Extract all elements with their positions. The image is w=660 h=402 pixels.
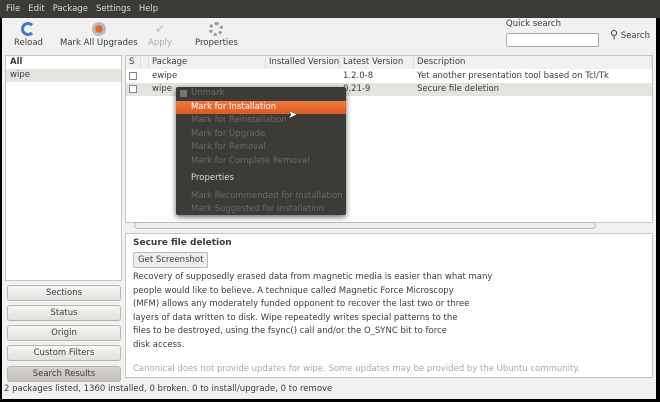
search-icon: ⚲ [610,28,619,41]
search-label: Search [620,31,650,41]
menu-mark-complete-removal[interactable]: Mark for Complete Removal [176,155,346,169]
menu-package[interactable]: Package [53,4,88,14]
search-button[interactable]: ⚲ Search [610,28,650,41]
support-note: Canonical does not provide updates for w… [133,364,580,374]
context-menu: Unmark Mark for Installation Mark for Re… [176,87,346,215]
menu-properties[interactable]: Properties [176,172,346,186]
unmark-label: Unmark [191,88,225,98]
checkbox[interactable] [129,85,137,93]
description: Secure file deletion [417,84,500,94]
details-line: disk access. [133,339,185,350]
search-results-button[interactable]: Search Results [7,366,121,382]
menu-mark-reinstall[interactable]: Mark for Reinstallation [176,114,346,128]
menu-file[interactable]: File [6,4,20,14]
details-line: (MFM) allows any moderately funded oppon… [133,299,470,309]
menu-settings[interactable]: Settings [96,4,131,14]
filter-wipe[interactable]: wipe [6,69,121,82]
details-line: people would like to believe. A techniqu… [133,285,454,296]
col-latest[interactable]: Latest Version [340,56,414,69]
mark-all-label: Mark All Upgrades [60,38,138,48]
menu-mark-install[interactable]: Mark for Installation [176,100,346,114]
status-bar: 2 packages listed, 1360 installed, 0 bro… [4,384,333,394]
menu-help[interactable]: Help [139,4,158,14]
properties-button[interactable]: Properties [195,22,238,48]
unmark-checkbox-icon [180,90,187,97]
mark-all-upgrades-button[interactable]: Mark All Upgrades [60,22,138,48]
quick-search-label: Quick search [506,19,561,29]
latest-version: 1.2.0-8 [343,71,374,81]
col-description[interactable]: Description [414,56,652,69]
details-line: layers of data written to disk. Wipe rep… [133,312,458,323]
col-status[interactable]: S [126,56,141,69]
details-pane: Secure file deletion Get Screenshot Reco… [125,233,653,378]
menubar: File Edit Package Settings Help [0,0,660,18]
sections-button[interactable]: Sections [7,285,121,301]
menu-mark-upgrade[interactable]: Mark for Upgrade [176,128,346,142]
custom-filters-button[interactable]: Custom Filters [7,345,121,361]
gear-icon [209,22,224,36]
reload-label: Reload [14,38,43,48]
quick-search-input[interactable] [506,33,599,47]
origin-button[interactable]: Origin [7,325,121,341]
table-header: S Package Installed Version Latest Versi… [126,56,652,69]
checkmark-icon: ✔ [154,22,166,36]
apply-label: Apply [148,38,172,48]
upgrade-icon [91,22,106,36]
reload-button[interactable]: Reload [14,22,43,48]
reload-icon [21,22,36,36]
menu-mark-suggested[interactable]: Mark Suggested for Installation [176,203,346,217]
get-screenshot-button[interactable]: Get Screenshot [133,252,209,268]
horizontal-scrollbar[interactable] [134,222,596,229]
details-line: files to be destroyed, using the fsync()… [133,326,447,336]
menu-unmark[interactable]: Unmark [176,87,346,101]
package-name: wipe [152,84,172,94]
filter-all[interactable]: All [6,56,121,69]
details-title: Secure file deletion [133,238,232,248]
installed-version [266,70,269,83]
properties-label: Properties [195,38,238,48]
status-button[interactable]: Status [7,305,121,321]
menu-edit[interactable]: Edit [28,4,44,14]
package-name: ewipe [152,71,178,81]
col-installed[interactable]: Installed Version [266,56,340,69]
menu-mark-recommended[interactable]: Mark Recommended for Installation [176,190,346,204]
col-package[interactable]: Package [149,56,266,69]
col-support[interactable] [141,56,149,69]
checkbox[interactable] [129,72,137,80]
description: Yet another presentation tool based on T… [417,71,609,81]
filter-list: All wipe [5,55,122,281]
details-line: Recovery of supposedly erased data from … [133,272,493,282]
apply-button[interactable]: ✔ Apply [148,22,172,48]
table-row[interactable]: ewipe 1.2.0-8 Yet another presentation t… [126,70,652,83]
mouse-cursor-icon: ➤ [288,108,298,121]
menu-mark-removal[interactable]: Mark for Removal [176,141,346,155]
